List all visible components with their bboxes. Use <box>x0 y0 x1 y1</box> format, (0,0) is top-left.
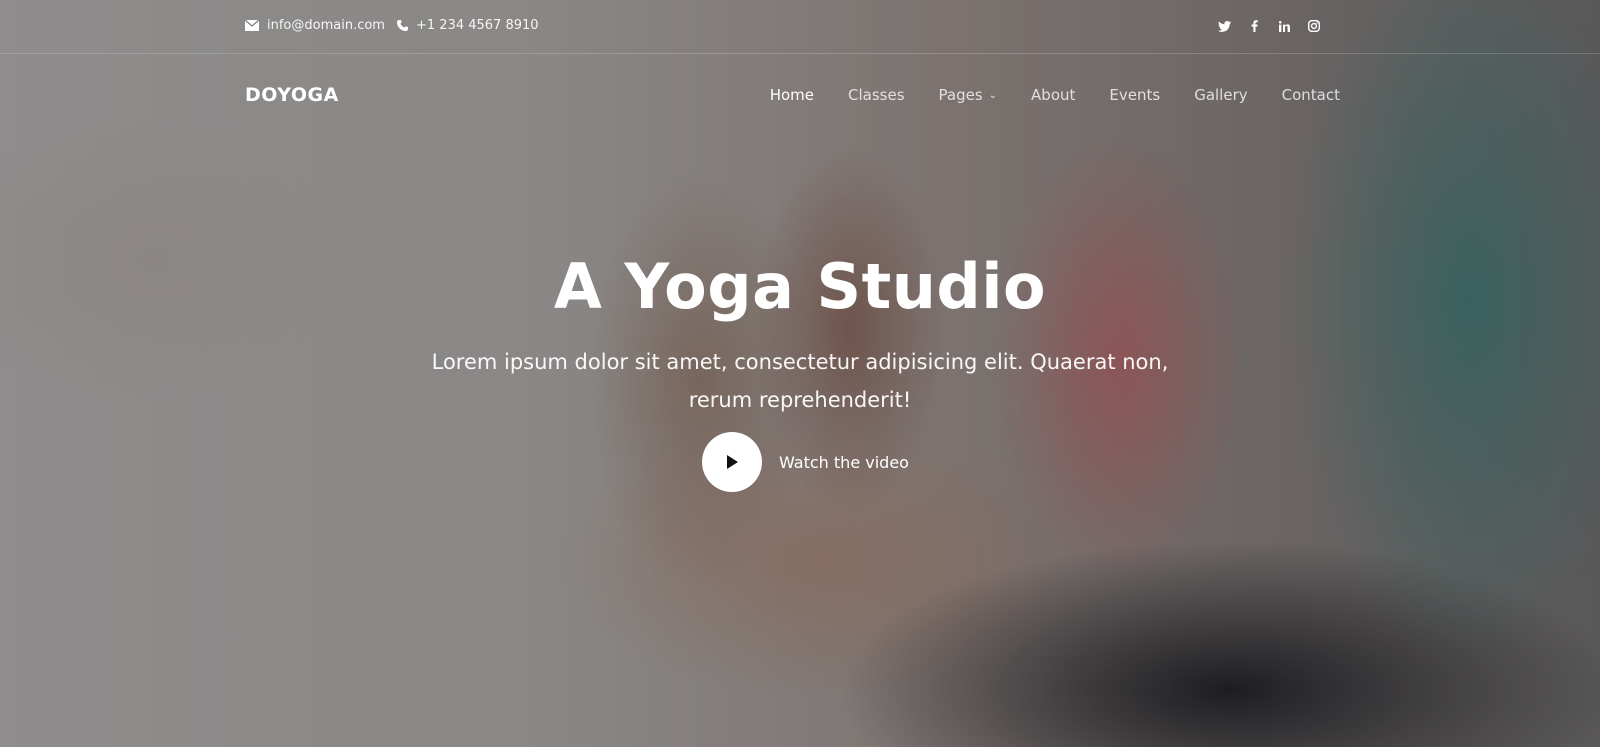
phone-icon <box>397 20 408 31</box>
phone-contact[interactable]: +1 234 4567 8910 <box>397 18 539 33</box>
envelope-icon <box>245 20 259 31</box>
email-contact[interactable]: info@domain.com <box>245 18 385 33</box>
phone-text: +1 234 4567 8910 <box>416 18 539 33</box>
social-links <box>1216 18 1322 34</box>
facebook-icon[interactable] <box>1246 18 1262 34</box>
linkedin-icon[interactable] <box>1276 18 1292 34</box>
nav-menu: Home Classes Pages ⌄ About Events Gallery… <box>770 86 1340 104</box>
instagram-icon[interactable] <box>1306 18 1322 34</box>
twitter-icon[interactable] <box>1216 18 1232 34</box>
nav-item-classes[interactable]: Classes <box>848 86 905 104</box>
email-text: info@domain.com <box>267 18 385 33</box>
play-button[interactable] <box>702 432 762 492</box>
nav-item-gallery[interactable]: Gallery <box>1194 86 1247 104</box>
nav-item-about[interactable]: About <box>1031 86 1075 104</box>
play-icon <box>727 455 738 469</box>
nav-item-pages[interactable]: Pages ⌄ <box>939 86 998 104</box>
watch-video-label: Watch the video <box>779 452 909 472</box>
main-navbar: DOYOGA Home Classes Pages ⌄ About Events … <box>0 54 1600 139</box>
nav-item-home[interactable]: Home <box>770 86 814 104</box>
hero-title: A Yoga Studio <box>553 250 1047 323</box>
nav-item-contact[interactable]: Contact <box>1282 86 1340 104</box>
hero-subtitle: Lorem ipsum dolor sit amet, consectetur … <box>431 350 1169 412</box>
chevron-down-icon: ⌄ <box>988 89 998 101</box>
site-logo[interactable]: DOYOGA <box>245 84 339 106</box>
hero-section: A Yoga Studio Lorem ipsum dolor sit amet… <box>0 250 1600 419</box>
top-bar: info@domain.com +1 234 4567 8910 <box>0 0 1600 54</box>
nav-item-events[interactable]: Events <box>1109 86 1160 104</box>
watch-video-button[interactable]: Watch the video <box>702 432 909 492</box>
